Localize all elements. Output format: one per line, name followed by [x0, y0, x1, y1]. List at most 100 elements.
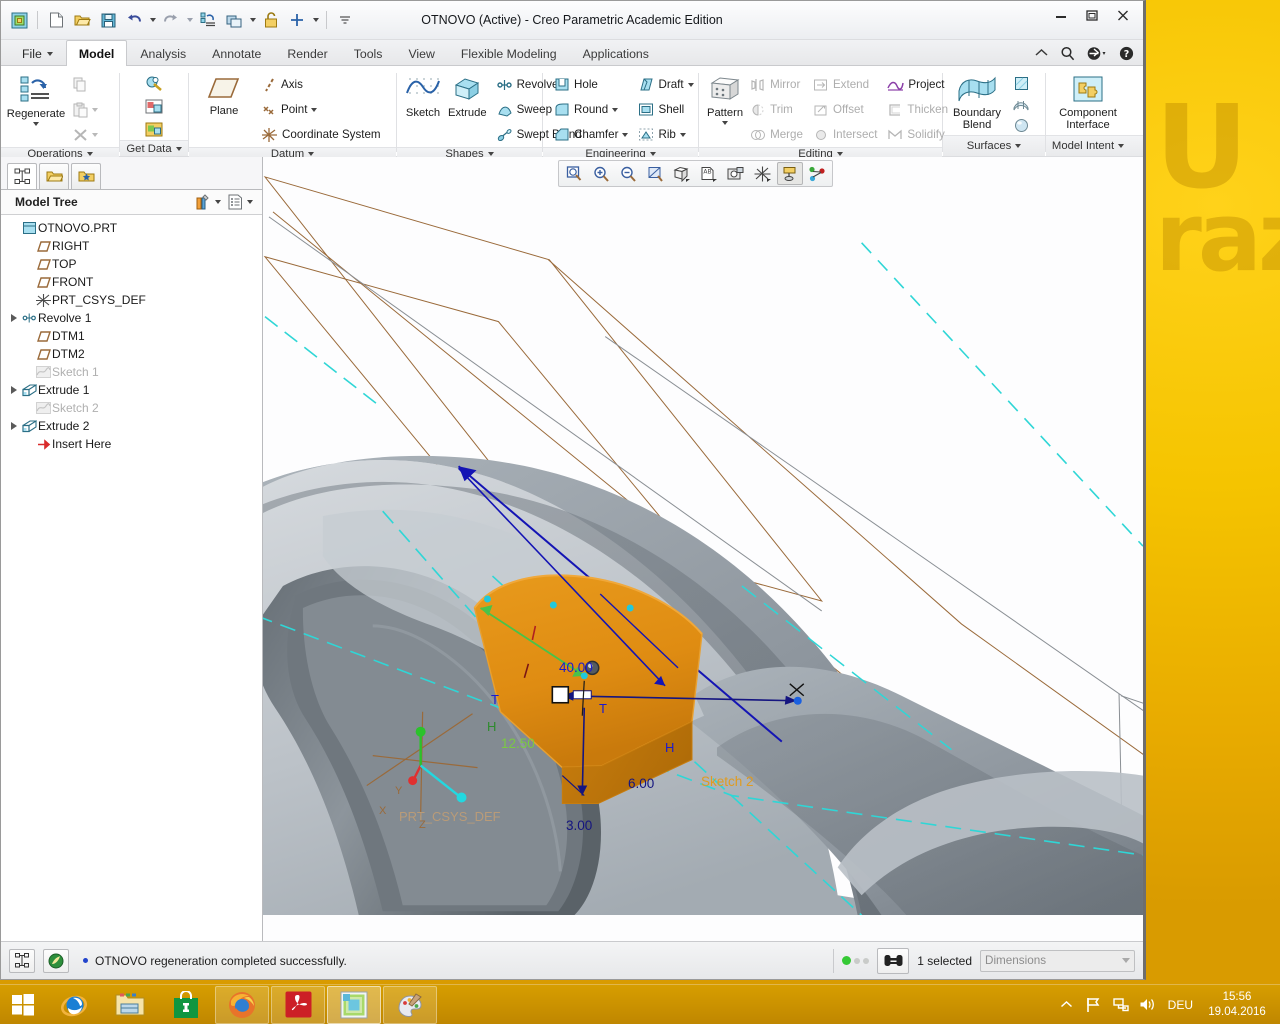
show-hidden-icons-button[interactable] [1058, 996, 1076, 1014]
model-tree[interactable]: OTNOVO.PRT RIGHT TOP FRONT PRT_CSYS_DEF … [1, 215, 262, 941]
offset-button[interactable]: Offset [808, 97, 882, 122]
help-icon[interactable]: ? [1118, 45, 1135, 62]
new-icon[interactable] [44, 8, 68, 32]
redo-icon[interactable] [159, 8, 183, 32]
model-tree-toggle[interactable] [9, 948, 35, 973]
zoom-in-button[interactable] [588, 162, 614, 185]
merge-button[interactable]: Merge [745, 122, 808, 147]
taskbar-firefox[interactable] [215, 985, 269, 1024]
saved-views-button[interactable]: AB [696, 162, 722, 185]
taskbar-store[interactable] [159, 986, 213, 1024]
volume-icon[interactable] [1139, 996, 1157, 1014]
tree-item-extrude-1[interactable]: Extrude 1 [1, 381, 262, 399]
tree-filters-button[interactable] [191, 193, 224, 212]
coordinate-system-button[interactable]: Coordinate System [256, 122, 386, 147]
window-icon[interactable] [222, 8, 246, 32]
extend-button[interactable]: Extend [808, 72, 882, 97]
tab-annotate[interactable]: Annotate [199, 41, 274, 65]
window-dropdown-icon[interactable] [248, 8, 257, 32]
trim-button[interactable]: Trim [745, 97, 808, 122]
tree-item-dtm1[interactable]: DTM1 [1, 327, 262, 345]
save-icon[interactable] [96, 8, 120, 32]
ribbon-group-label-model-intent[interactable]: Model Intent [1046, 135, 1130, 156]
open-icon[interactable] [70, 8, 94, 32]
sketch-button[interactable]: Sketch [403, 72, 443, 123]
favorites-tab[interactable] [71, 163, 101, 189]
regenerate-button[interactable]: Regenerate [7, 72, 65, 129]
zoom-out-button[interactable] [615, 162, 641, 185]
intersect-button[interactable]: Intersect [808, 122, 882, 147]
spin-center-button[interactable] [804, 162, 830, 185]
tab-file[interactable]: File [9, 41, 66, 65]
tree-item-revolve-1[interactable]: Revolve 1 [1, 309, 262, 327]
extrude-button[interactable]: Extrude [446, 72, 489, 123]
tree-item-front[interactable]: FRONT [1, 273, 262, 291]
tab-model[interactable]: Model [65, 40, 128, 66]
axis-button[interactable]: Axis [256, 72, 386, 97]
tree-item-prt-csys-def[interactable]: PRT_CSYS_DEF [1, 291, 262, 309]
taskbar-acrobat-reader[interactable] [271, 985, 325, 1024]
tree-settings-button[interactable] [224, 193, 256, 211]
plus-dropdown-icon[interactable] [311, 8, 320, 32]
customize-icon[interactable] [333, 8, 357, 32]
hole-button[interactable]: Hole [549, 72, 633, 97]
delete-button[interactable] [68, 122, 103, 147]
merge-inheritance-button[interactable] [140, 95, 169, 117]
undo-dropdown-icon[interactable] [148, 8, 157, 32]
tab-applications[interactable]: Applications [570, 41, 662, 65]
tree-item-dtm2[interactable]: DTM2 [1, 345, 262, 363]
fill-surface-button[interactable] [1008, 73, 1034, 93]
tree-expander[interactable] [7, 314, 21, 322]
unlock-icon[interactable] [259, 8, 283, 32]
chamfer-button[interactable]: Chamfer [549, 122, 633, 147]
model-tree-tab[interactable] [7, 163, 37, 189]
pattern-button[interactable]: Pattern [705, 72, 745, 128]
import-button[interactable] [140, 72, 169, 94]
account-icon[interactable] [1085, 45, 1109, 62]
draft-button[interactable]: Draft [633, 72, 698, 97]
tree-item-sketch-2[interactable]: Sketch 2 [1, 399, 262, 417]
tree-item-otnovo-prt[interactable]: OTNOVO.PRT [1, 219, 262, 237]
shell-button[interactable]: Shell [633, 97, 698, 122]
selection-filter-dropdown[interactable]: Dimensions [980, 949, 1135, 972]
refit-button[interactable] [561, 162, 587, 185]
tree-item-sketch-1[interactable]: Sketch 1 [1, 363, 262, 381]
creo-logo-icon[interactable] [7, 8, 31, 32]
ribbon-group-label-get-data[interactable]: Get Data [120, 140, 188, 156]
collapse-ribbon-icon[interactable] [1033, 45, 1050, 62]
plane-button[interactable]: Plane [195, 72, 253, 121]
start-button[interactable] [0, 985, 46, 1024]
boundary-blend-button[interactable]: Boundary Blend [949, 72, 1005, 135]
plus-icon[interactable] [285, 8, 309, 32]
tree-item-insert-here[interactable]: Insert Here [1, 435, 262, 453]
component-interface-button[interactable]: Component Interface [1052, 72, 1124, 135]
taskbar-file-explorer[interactable] [103, 986, 157, 1024]
paste-button[interactable] [68, 97, 103, 122]
network-icon[interactable] [1112, 996, 1130, 1014]
taskbar-paint[interactable] [383, 985, 437, 1024]
undo-icon[interactable] [122, 8, 146, 32]
point-button[interactable]: Point [256, 97, 386, 122]
tab-analysis[interactable]: Analysis [127, 41, 199, 65]
ribbon-group-label-surfaces[interactable]: Surfaces [943, 135, 1045, 156]
style-surface-button[interactable] [1008, 94, 1034, 114]
tab-render[interactable]: Render [274, 41, 340, 65]
tab-flexible-modeling[interactable]: Flexible Modeling [448, 41, 570, 65]
mirror-button[interactable]: Mirror [745, 72, 808, 97]
search-selection-button[interactable] [877, 947, 910, 974]
regenerate-icon[interactable] [196, 8, 220, 32]
copy-button[interactable] [68, 72, 103, 97]
graphics-viewport[interactable]: 40.00 12.50 6.00 3.00 PRT_CSYS_DEF Sketc… [263, 157, 1143, 941]
tree-item-top[interactable]: TOP [1, 255, 262, 273]
action-center-icon[interactable] [1085, 996, 1103, 1014]
tree-item-right[interactable]: RIGHT [1, 237, 262, 255]
view-manager-button[interactable] [723, 162, 749, 185]
close-button[interactable] [1108, 5, 1137, 25]
tab-view[interactable]: View [395, 41, 447, 65]
browser-toggle[interactable] [43, 948, 69, 973]
shrinkwrap-button[interactable] [140, 118, 169, 140]
minimize-button[interactable] [1046, 5, 1075, 25]
tree-item-extrude-2[interactable]: Extrude 2 [1, 417, 262, 435]
tree-expander[interactable] [7, 386, 21, 394]
folder-browser-tab[interactable] [39, 163, 69, 189]
